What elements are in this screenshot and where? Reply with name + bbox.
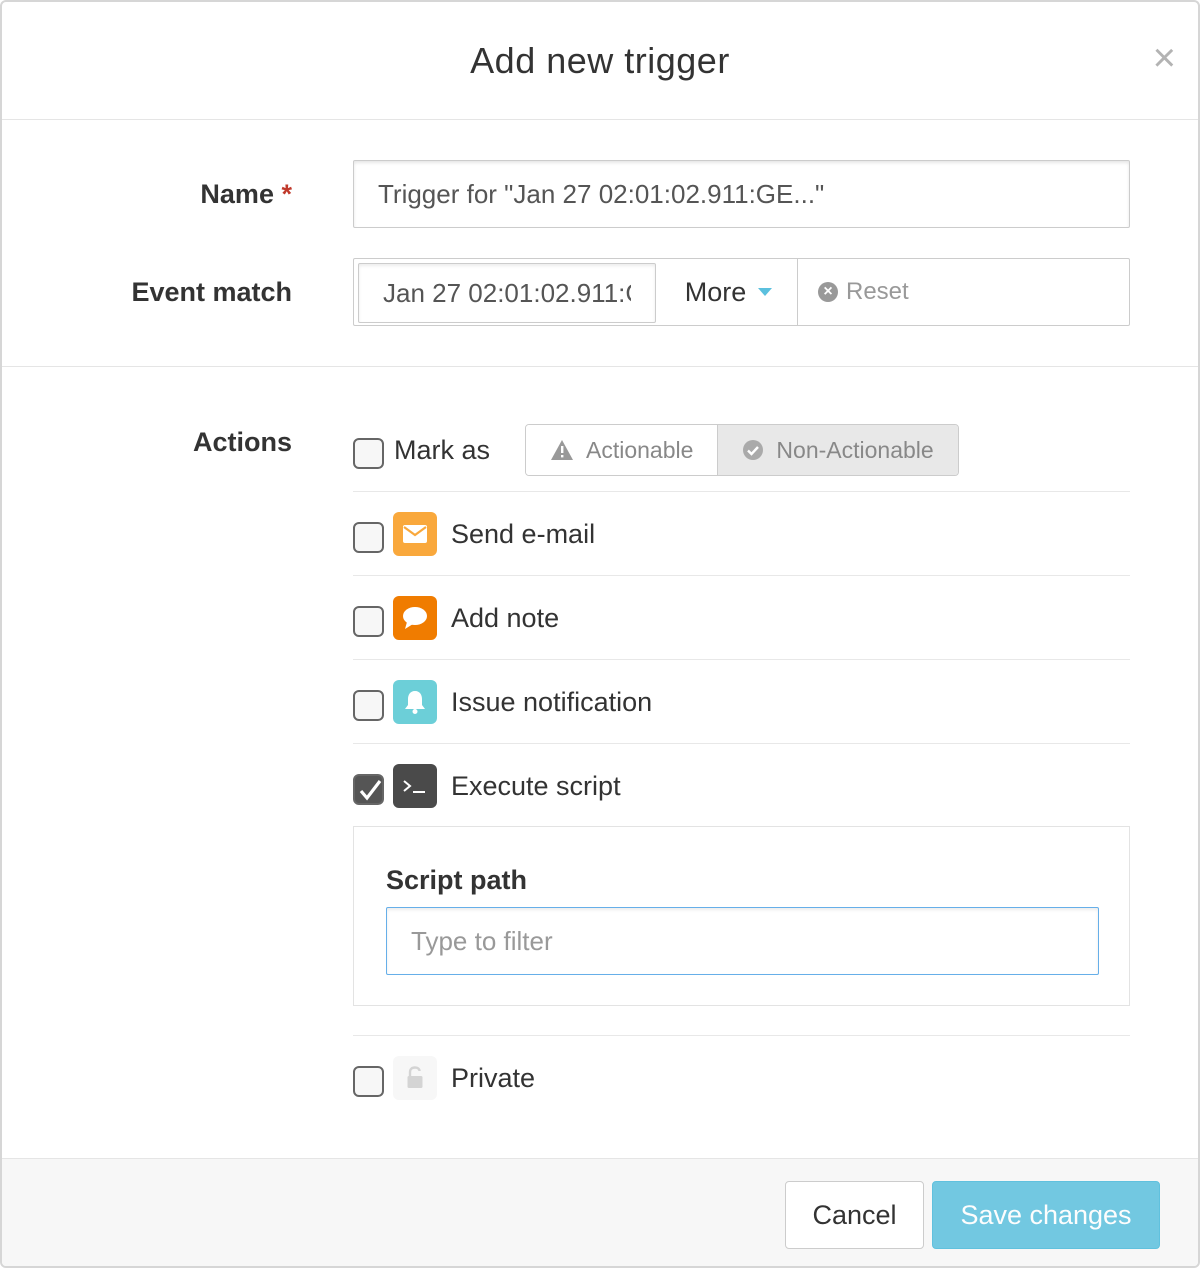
bell-icon xyxy=(393,680,437,724)
row-separator xyxy=(353,659,1130,660)
name-label: Name * xyxy=(32,179,292,210)
close-icon[interactable]: × xyxy=(1153,38,1176,78)
issue-notification-checkbox[interactable] xyxy=(353,690,384,721)
script-path-panel: Script path xyxy=(353,826,1130,1006)
private-checkbox[interactable] xyxy=(353,1066,384,1097)
more-label: More xyxy=(684,276,747,307)
name-input[interactable] xyxy=(353,160,1130,228)
check-circle-icon xyxy=(742,439,764,461)
add-note-checkbox[interactable] xyxy=(353,606,384,637)
section-divider xyxy=(2,366,1198,367)
required-marker: * xyxy=(281,179,292,209)
speech-bubble-icon xyxy=(393,596,437,640)
script-path-input[interactable] xyxy=(386,907,1099,975)
remove-circle-icon: × xyxy=(818,282,838,302)
dialog-title: Add new trigger xyxy=(470,40,730,81)
row-separator xyxy=(353,743,1130,744)
non-actionable-label: Non-Actionable xyxy=(776,436,934,463)
event-match-group: More × Reset xyxy=(353,258,1130,326)
actions-label: Actions xyxy=(192,427,292,457)
reset-label: Reset xyxy=(846,278,909,305)
warning-triangle-icon xyxy=(550,439,574,461)
caret-down-icon xyxy=(758,288,773,296)
more-dropdown-button[interactable]: More xyxy=(660,259,798,325)
execute-script-checkbox[interactable] xyxy=(353,774,384,805)
add-note-label: Add note xyxy=(451,603,560,633)
send-email-label: Send e-mail xyxy=(451,519,596,549)
dialog-footer: Cancel Save changes xyxy=(2,1158,1198,1266)
actionable-toggle-group: Actionable Non-Actionable xyxy=(525,424,959,476)
event-match-label: Event match xyxy=(131,277,292,307)
mark-as-label: Mark as xyxy=(394,435,491,465)
name-label-text: Name xyxy=(200,179,274,209)
terminal-icon xyxy=(393,764,437,808)
cancel-button[interactable]: Cancel xyxy=(785,1181,924,1249)
row-separator xyxy=(353,1035,1130,1036)
unlock-icon xyxy=(393,1056,437,1100)
private-label: Private xyxy=(451,1063,536,1093)
send-email-checkbox[interactable] xyxy=(353,522,384,553)
save-changes-button[interactable]: Save changes xyxy=(932,1181,1160,1249)
row-separator xyxy=(353,575,1130,576)
envelope-icon xyxy=(393,512,437,556)
issue-notification-label: Issue notification xyxy=(451,687,653,717)
actionable-button[interactable]: Actionable xyxy=(526,425,718,475)
row-separator xyxy=(353,491,1130,492)
event-match-input[interactable] xyxy=(358,263,656,323)
script-path-label: Script path xyxy=(386,865,528,895)
actionable-label: Actionable xyxy=(586,436,694,463)
non-actionable-button[interactable]: Non-Actionable xyxy=(717,425,958,475)
reset-button[interactable]: × Reset xyxy=(818,259,909,325)
dialog-header: Add new trigger × xyxy=(2,2,1198,120)
mark-as-checkbox[interactable] xyxy=(353,438,384,469)
add-trigger-dialog: Add new trigger × Name * Event match Mor… xyxy=(0,0,1200,1268)
execute-script-label: Execute script xyxy=(451,771,621,801)
